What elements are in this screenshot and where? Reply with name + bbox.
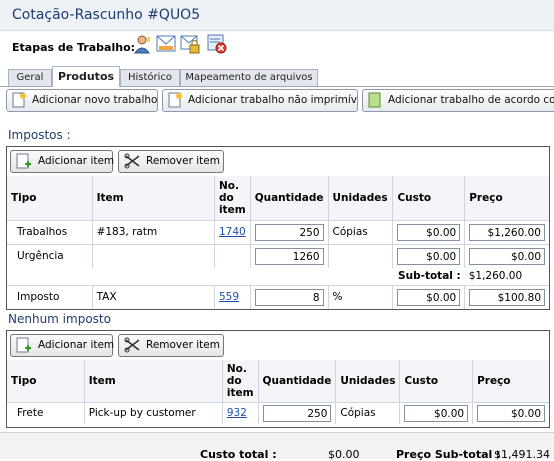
cell-type: Frete	[7, 401, 85, 424]
tax-row: Imposto TAX 559 8 % $0.00 $100.80	[7, 284, 549, 309]
remove-item-label: Remover item	[146, 339, 220, 351]
column-header-units: Unidades	[335, 360, 400, 402]
cell-item	[91, 243, 215, 268]
total-cost-label: Custo total :	[200, 448, 277, 461]
add-item-icon	[16, 153, 33, 169]
new-document-icon	[168, 92, 182, 108]
tab-file-mapping[interactable]: Mapeamento de arquivos	[180, 69, 318, 86]
column-header-units: Unidades	[327, 176, 393, 220]
add-job-button[interactable]: Adicionar novo trabalho	[6, 89, 158, 112]
table-row: Urgência 1260 $0.00 $0.00	[7, 243, 549, 268]
subtotal-price-value: $1,491.34	[494, 448, 550, 461]
add-item-button[interactable]: Adicionar item	[10, 150, 115, 173]
price-input[interactable]: $100.80	[469, 288, 545, 306]
price-input[interactable]: $1,260.00	[469, 223, 545, 241]
cell-type: Imposto	[7, 284, 93, 309]
window-title-bar: Cotação-Rascunho #QUO5	[0, 0, 554, 31]
cell-item-no	[213, 243, 251, 268]
table-row: Frete Pick-up by customer 932 250 Cópias…	[7, 401, 549, 424]
remove-item-label: Remover item	[146, 155, 220, 167]
tab-strip: Geral Produtos Histórico Mapeamento de a…	[0, 66, 554, 87]
cell-type: Urgência	[7, 243, 93, 268]
subtotal-row: Sub-total : $1,260.00	[7, 268, 549, 285]
column-header-type: Tipo	[11, 374, 37, 387]
tab-general[interactable]: Geral	[8, 69, 52, 86]
scissors-icon	[124, 153, 141, 169]
column-header-type: Tipo	[11, 191, 37, 204]
add-job-according-button[interactable]: Adicionar trabalho de acordo com	[362, 89, 554, 112]
cell-units: Cópias	[335, 401, 400, 424]
item-no-link[interactable]: 1740	[219, 226, 246, 238]
cost-input[interactable]: $0.00	[397, 288, 461, 306]
column-header-cost: Custo	[392, 176, 465, 220]
window-title: Cotação-Rascunho #QUO5	[12, 7, 201, 23]
subtotal-label: Sub-total :	[398, 270, 461, 283]
quantity-input[interactable]: 250	[254, 223, 324, 241]
new-document-icon	[12, 92, 26, 108]
total-cost-value: $0.00	[328, 448, 360, 461]
price-input[interactable]: $0.00	[469, 247, 545, 265]
tab-history[interactable]: Histórico	[120, 69, 180, 86]
table-row: Trabalhos #183, ratm 1740 250 Cópias $0.…	[7, 219, 549, 244]
table-header-row: Tipo Item No. do item Quantidade Unidade…	[7, 176, 549, 220]
cell-item: #183, ratm	[91, 219, 215, 244]
taxes-panel: Adicionar item Remover item Tipo Item No…	[6, 146, 550, 310]
add-job-label: Adicionar novo trabalho	[32, 94, 158, 106]
delete-icon[interactable]	[207, 34, 227, 54]
column-header-item: Item	[83, 360, 223, 402]
cost-input[interactable]: $0.00	[404, 404, 469, 422]
column-header-quantity: Quantidade	[257, 360, 336, 402]
subtotal-value: $1,260.00	[468, 270, 523, 283]
subtotal-price-label: Preço Sub-total :	[396, 448, 501, 461]
totals-footer: Custo total : $0.00 Preço Sub-total : $1…	[0, 432, 554, 461]
item-no-link[interactable]: 559	[219, 291, 239, 303]
add-item-button[interactable]: Adicionar item	[10, 334, 115, 357]
taxes-table: Tipo Item No. do item Quantidade Unidade…	[7, 176, 549, 309]
price-input[interactable]: $0.00	[477, 404, 545, 422]
item-no-link[interactable]: 932	[227, 407, 247, 419]
add-item-label: Adicionar item	[38, 155, 115, 167]
work-stages-label: Etapas de Trabalho:	[12, 41, 136, 54]
column-header-item: Item	[91, 176, 215, 220]
cell-item: TAX	[91, 284, 215, 309]
quantity-input[interactable]: 8	[254, 288, 324, 306]
add-nonprint-job-button[interactable]: Adicionar trabalho não imprimível	[162, 89, 358, 112]
column-header-cost: Custo	[399, 360, 473, 402]
quantity-input[interactable]: 1260	[254, 247, 324, 265]
column-header-quantity: Quantidade	[249, 176, 329, 220]
cell-item: Pick-up by customer	[83, 401, 223, 424]
cell-units: %	[327, 284, 393, 309]
cell-type: Trabalhos	[7, 219, 93, 244]
add-item-label: Adicionar item	[38, 339, 115, 351]
notax-table: Tipo Item No. do item Quantidade Unidade…	[7, 360, 549, 424]
lock-mail-icon[interactable]	[180, 34, 200, 54]
column-header-item-no: No. do item	[213, 176, 251, 220]
cost-input[interactable]: $0.00	[397, 247, 461, 265]
taxes-section-title: Impostos :	[8, 128, 71, 142]
remove-item-button[interactable]: Remover item	[118, 334, 224, 357]
table-header-row: Tipo Item No. do item Quantidade Unidade…	[7, 360, 549, 402]
notax-section-title: Nenhum imposto	[8, 312, 111, 326]
green-document-icon	[368, 92, 382, 108]
cell-units	[327, 243, 393, 268]
add-job-according-label: Adicionar trabalho de acordo com	[388, 94, 554, 106]
notax-panel: Adicionar item Remover item Tipo Item No…	[6, 330, 550, 428]
scissors-icon	[124, 337, 141, 353]
user-icon[interactable]	[133, 34, 153, 54]
column-header-item-no: No. do item	[221, 360, 259, 402]
column-header-price: Preço	[472, 360, 549, 402]
mail-icon[interactable]	[156, 34, 176, 54]
add-nonprint-job-label: Adicionar trabalho não imprimível	[188, 94, 358, 106]
cost-input[interactable]: $0.00	[397, 223, 461, 241]
quantity-input[interactable]: 250	[262, 404, 332, 422]
cell-units: Cópias	[327, 219, 393, 244]
remove-item-button[interactable]: Remover item	[118, 150, 224, 173]
add-item-icon	[16, 337, 33, 353]
tab-products[interactable]: Produtos	[52, 66, 120, 87]
column-header-price: Preço	[464, 176, 549, 220]
